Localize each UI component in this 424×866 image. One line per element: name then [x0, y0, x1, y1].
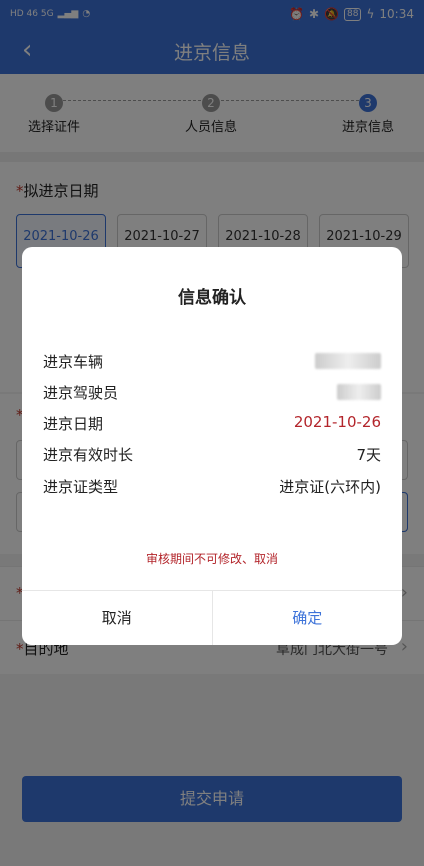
- confirm-dialog: 信息确认 进京车辆 进京驾驶员 进京日期 2021-10-26 进京有效时长 7…: [22, 247, 402, 645]
- info-key: 进京日期: [43, 415, 104, 433]
- info-row-date: 进京日期 2021-10-26: [43, 413, 381, 435]
- info-value: 进京证(六环内): [279, 478, 381, 496]
- info-row-driver: 进京驾驶员: [43, 382, 381, 404]
- info-row-permit-type: 进京证类型 进京证(六环内): [43, 476, 381, 498]
- info-row-duration: 进京有效时长 7天: [43, 444, 381, 466]
- info-key: 进京驾驶员: [43, 384, 119, 402]
- info-value-redacted: [315, 351, 381, 369]
- info-key: 进京证类型: [43, 478, 119, 496]
- info-value: 7天: [356, 446, 381, 464]
- info-value-redacted: [337, 382, 381, 400]
- warning-text: 审核期间不可修改、取消: [145, 552, 278, 566]
- redacted-blur: [337, 383, 381, 400]
- confirm-button[interactable]: 确定: [213, 591, 403, 645]
- info-row-vehicle: 进京车辆: [43, 351, 381, 373]
- info-key: 进京车辆: [43, 353, 104, 371]
- redacted-blur: [315, 352, 381, 369]
- info-value: 2021-10-26: [293, 413, 381, 431]
- dialog-actions: 取消 确定: [22, 590, 402, 645]
- dialog-title: 信息确认: [178, 288, 246, 308]
- info-key: 进京有效时长: [43, 446, 134, 464]
- cancel-button[interactable]: 取消: [22, 591, 213, 645]
